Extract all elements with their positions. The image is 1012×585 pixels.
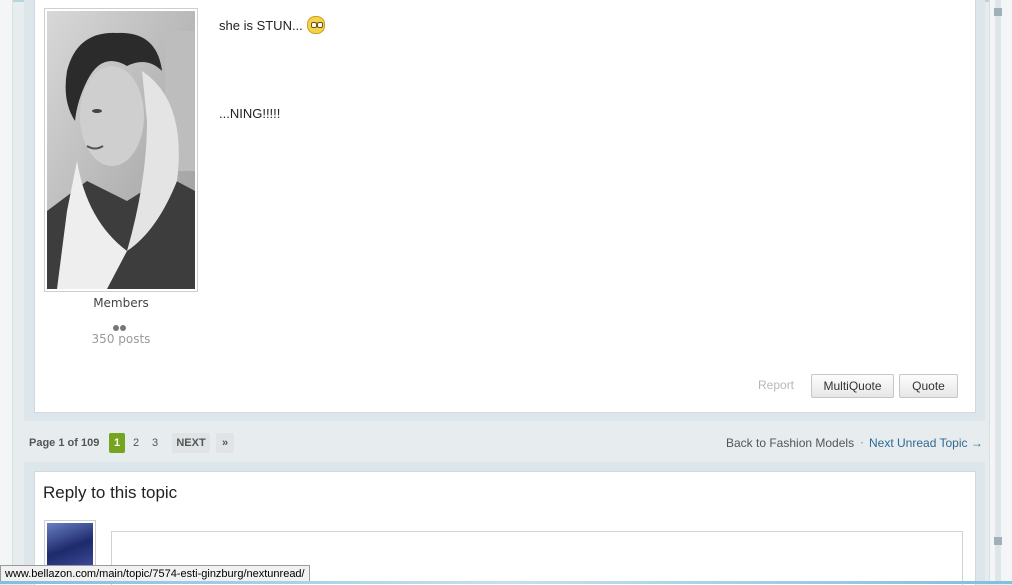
page-2-link[interactable]: 2 <box>130 433 142 453</box>
left-page-rail <box>0 0 13 584</box>
last-page-button[interactable]: » <box>216 433 234 453</box>
author-avatar[interactable] <box>44 8 198 292</box>
page-3-link[interactable]: 3 <box>149 433 161 453</box>
report-link[interactable]: Report <box>758 378 794 392</box>
multiquote-button[interactable]: MultiQuote <box>811 374 894 398</box>
post-text-line: she is STUN... <box>219 16 325 34</box>
author-photo <box>47 11 195 289</box>
current-user-avatar[interactable] <box>44 520 96 570</box>
rank-pips <box>113 316 129 331</box>
pagination-bar: Page 1 of 109 1 2 3 NEXT » Back to Fashi… <box>24 430 985 458</box>
vertical-scrollbar[interactable] <box>989 0 1012 584</box>
smiley-emoticon-icon <box>306 16 325 34</box>
back-to-forum-link[interactable]: Back to Fashion Models <box>726 436 854 450</box>
reply-heading: Reply to this topic <box>43 483 178 502</box>
page-indicator: Page 1 of 109 <box>29 437 100 449</box>
rank-pip-icon <box>113 325 119 331</box>
post-text-line-2: ...NING!!!!! <box>219 106 281 121</box>
next-unread-topic-link[interactable]: Next Unread Topic → <box>869 436 983 450</box>
current-user-photo <box>47 523 93 567</box>
post-count: 350 posts <box>91 332 151 346</box>
scrollbar-track[interactable] <box>995 0 1001 584</box>
scroll-up-arrow-icon[interactable] <box>994 8 1002 16</box>
scroll-down-arrow-icon[interactable] <box>994 537 1002 545</box>
next-page-button[interactable]: NEXT <box>172 433 210 453</box>
member-group: Members <box>93 296 149 310</box>
post-text: she is STUN... <box>219 18 303 33</box>
rank-pip-icon <box>120 325 126 331</box>
link-separator: · <box>860 436 864 450</box>
page-1-button[interactable]: 1 <box>109 433 125 453</box>
quote-button[interactable]: Quote <box>899 374 958 398</box>
